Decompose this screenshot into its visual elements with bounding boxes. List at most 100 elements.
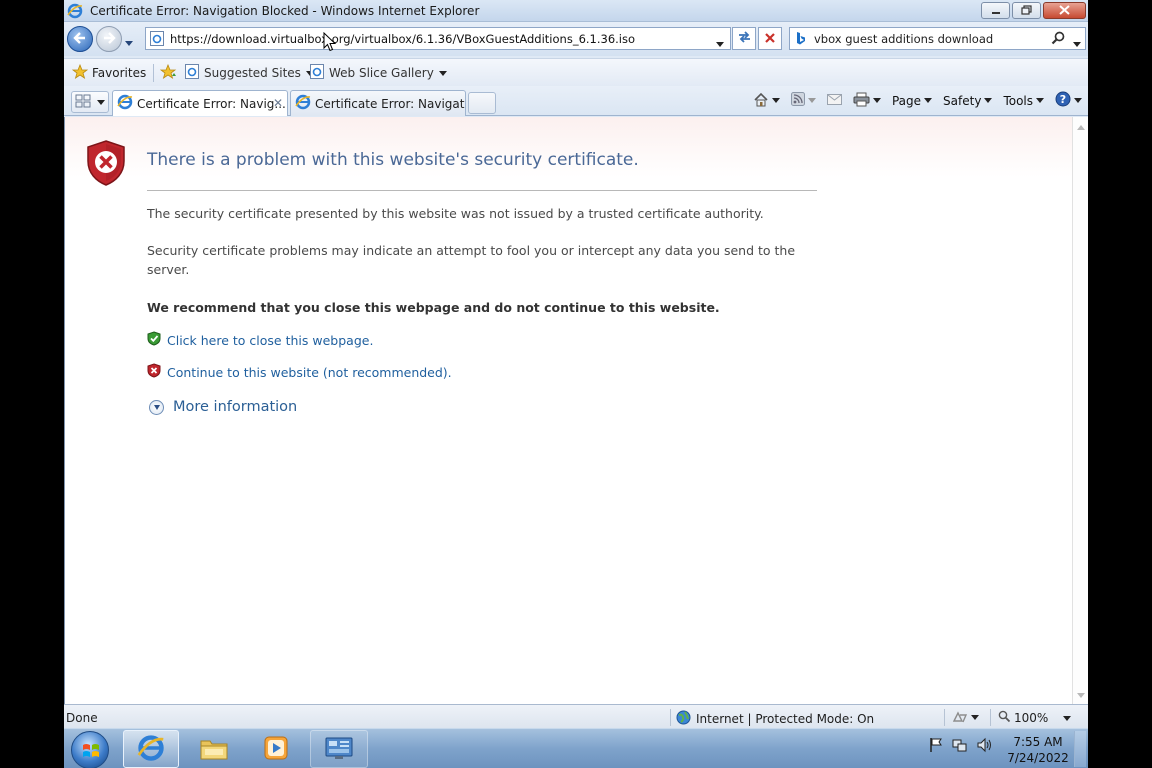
more-information-toggle[interactable]: More information xyxy=(149,399,297,415)
clock-date: 7/24/2022 xyxy=(1007,751,1069,765)
red-shield-icon xyxy=(147,363,161,381)
page-icon xyxy=(150,31,164,49)
favorites-bar: Favorites Suggested Sites Web Slice Gall… xyxy=(64,58,1088,86)
security-zone[interactable]: Internet | Protected Mode: On xyxy=(676,710,874,728)
rss-feed-icon xyxy=(790,92,805,109)
safety-menu-label: Safety xyxy=(943,93,982,108)
zoom-level-button[interactable]: 100% xyxy=(998,710,1072,726)
folder-icon xyxy=(199,735,229,764)
status-text: Done xyxy=(66,711,98,725)
add-to-favorites-bar-button[interactable] xyxy=(159,63,178,83)
tab-label: Certificate Error: Navigatio... xyxy=(315,96,465,111)
minimize-icon xyxy=(991,4,1001,18)
tools-menu[interactable]: Tools xyxy=(1003,94,1044,108)
restore-icon xyxy=(1021,4,1032,18)
restore-button[interactable] xyxy=(1012,2,1041,19)
forward-button[interactable] xyxy=(96,26,122,52)
star-icon xyxy=(71,63,89,82)
chevron-down-icon xyxy=(716,42,724,47)
popup-blocker-icon[interactable] xyxy=(952,710,979,724)
tab-close-icon[interactable]: ✕ xyxy=(273,96,283,110)
ie-tab-icon xyxy=(117,94,133,113)
chevron-down-icon xyxy=(924,98,933,103)
close-button[interactable] xyxy=(1043,2,1086,19)
chevron-down-icon xyxy=(1063,715,1072,721)
scroll-up-arrow-icon[interactable] xyxy=(1077,125,1085,130)
favorites-label: Favorites xyxy=(92,66,147,80)
network-icon[interactable] xyxy=(952,737,968,756)
back-button[interactable] xyxy=(67,26,93,52)
status-divider xyxy=(990,709,991,726)
close-webpage-link[interactable]: Click here to close this webpage. xyxy=(147,331,373,349)
tab-certificate-error-2[interactable]: Certificate Error: Navigatio... xyxy=(290,90,466,116)
printer-icon xyxy=(853,92,870,110)
toolbar-divider xyxy=(153,64,154,82)
quick-tabs-button[interactable] xyxy=(71,91,109,113)
vertical-scrollbar[interactable] xyxy=(1072,117,1088,704)
taskbar-internet-explorer[interactable] xyxy=(123,730,179,768)
more-information-label[interactable]: More information xyxy=(173,399,297,415)
chevron-down-icon xyxy=(1074,98,1082,103)
taskbar-control-panel[interactable] xyxy=(310,730,368,768)
zoom-level-label: 100% xyxy=(1014,711,1049,725)
address-bar[interactable]: https://download.virtualbox.org/virtualb… xyxy=(145,27,731,50)
suggested-sites-label: Suggested Sites xyxy=(204,66,301,80)
mouse-cursor-icon xyxy=(323,31,337,55)
chevron-down-icon xyxy=(771,98,780,103)
taskbar-clock[interactable]: 7:55 AM 7/24/2022 xyxy=(1004,734,1072,766)
action-center-flag-icon[interactable] xyxy=(929,737,943,756)
page-icon xyxy=(310,64,324,82)
page-menu-label: Page xyxy=(891,93,922,108)
tab-certificate-error-1[interactable]: Certificate Error: Navig... ✕ xyxy=(112,90,288,116)
error-description: The security certificate presented by th… xyxy=(147,206,764,221)
close-icon xyxy=(1059,4,1070,18)
command-bar: Page Safety Tools ? xyxy=(742,91,1082,110)
start-button[interactable] xyxy=(71,731,109,768)
stop-button[interactable] xyxy=(758,27,782,50)
page-menu[interactable]: Page xyxy=(891,93,933,108)
close-webpage-label[interactable]: Click here to close this webpage. xyxy=(167,333,373,348)
feeds-button[interactable] xyxy=(790,92,816,109)
minimize-button[interactable] xyxy=(981,2,1010,19)
print-button[interactable] xyxy=(853,92,881,110)
title-bar: Certificate Error: Navigation Blocked - … xyxy=(64,0,1088,22)
window-title: Certificate Error: Navigation Blocked - … xyxy=(90,4,480,18)
new-tab-button[interactable] xyxy=(468,92,496,114)
search-box[interactable]: vbox guest additions download xyxy=(789,27,1086,50)
security-zone-label: Internet | Protected Mode: On xyxy=(696,712,875,726)
search-icon[interactable] xyxy=(1051,31,1065,48)
read-mail-button[interactable] xyxy=(826,93,842,108)
suggested-sites-button[interactable]: Suggested Sites xyxy=(185,64,314,82)
shield-error-icon xyxy=(85,139,127,190)
volume-icon[interactable] xyxy=(977,737,993,756)
chevron-down-icon xyxy=(807,98,816,103)
refresh-button[interactable] xyxy=(732,27,756,50)
home-button[interactable] xyxy=(753,92,780,110)
scroll-down-arrow-icon[interactable] xyxy=(1077,693,1085,698)
tools-menu-label: Tools xyxy=(1003,93,1033,108)
search-options-dropdown[interactable] xyxy=(1073,36,1081,50)
page-icon xyxy=(185,64,199,82)
system-tray xyxy=(929,737,993,756)
address-dropdown[interactable] xyxy=(716,36,724,50)
taskbar-media-player[interactable] xyxy=(248,730,304,768)
safety-menu[interactable]: Safety xyxy=(943,93,993,108)
recommendation-text: We recommend that you close this webpage… xyxy=(147,300,720,315)
windows-logo-icon xyxy=(82,742,100,763)
error-warning: Security certificate problems may indica… xyxy=(147,243,796,277)
chevron-down-icon xyxy=(1036,98,1044,103)
help-button[interactable]: ? xyxy=(1055,91,1082,110)
taskbar-windows-explorer[interactable] xyxy=(186,730,242,768)
continue-website-label[interactable]: Continue to this website (not recommende… xyxy=(167,365,452,380)
help-icon: ? xyxy=(1055,91,1071,110)
show-desktop-button[interactable] xyxy=(1074,731,1086,767)
media-player-icon xyxy=(263,735,289,764)
favorites-button[interactable]: Favorites xyxy=(71,63,147,82)
chevron-down-icon xyxy=(97,99,105,105)
svg-text:?: ? xyxy=(1060,93,1066,106)
continue-to-website-link[interactable]: Continue to this website (not recommende… xyxy=(147,363,452,381)
web-slice-gallery-button[interactable]: Web Slice Gallery xyxy=(310,64,447,82)
green-shield-icon xyxy=(147,331,161,349)
recent-pages-dropdown[interactable] xyxy=(125,35,133,49)
home-icon xyxy=(753,92,769,110)
